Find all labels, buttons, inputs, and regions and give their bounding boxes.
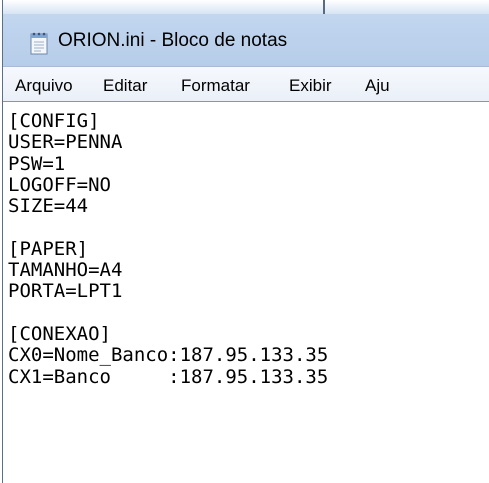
menu-editar[interactable]: Editar xyxy=(103,76,147,96)
menu-bar: Arquivo Editar Formatar Exibir Aju xyxy=(3,66,489,102)
editor-content[interactable]: [CONFIG] USER=PENNA PSW=1 LOGOFF=NO SIZE… xyxy=(8,110,328,388)
notepad-icon[interactable] xyxy=(29,31,49,55)
title-bar[interactable]: ORION.ini - Bloco de notas xyxy=(3,0,489,66)
window-title: ORION.ini - Bloco de notas xyxy=(58,30,288,51)
menu-exibir[interactable]: Exibir xyxy=(289,76,332,96)
menu-ajuda[interactable]: Aju xyxy=(365,76,390,96)
text-editor[interactable]: [CONFIG] USER=PENNA PSW=1 LOGOFF=NO SIZE… xyxy=(3,101,489,483)
menu-formatar[interactable]: Formatar xyxy=(181,76,250,96)
title-bar-top-edge xyxy=(3,0,489,14)
notepad-window: ORION.ini - Bloco de notas Arquivo Edita… xyxy=(2,0,489,483)
menu-arquivo[interactable]: Arquivo xyxy=(15,76,73,96)
window-divider xyxy=(323,0,325,14)
